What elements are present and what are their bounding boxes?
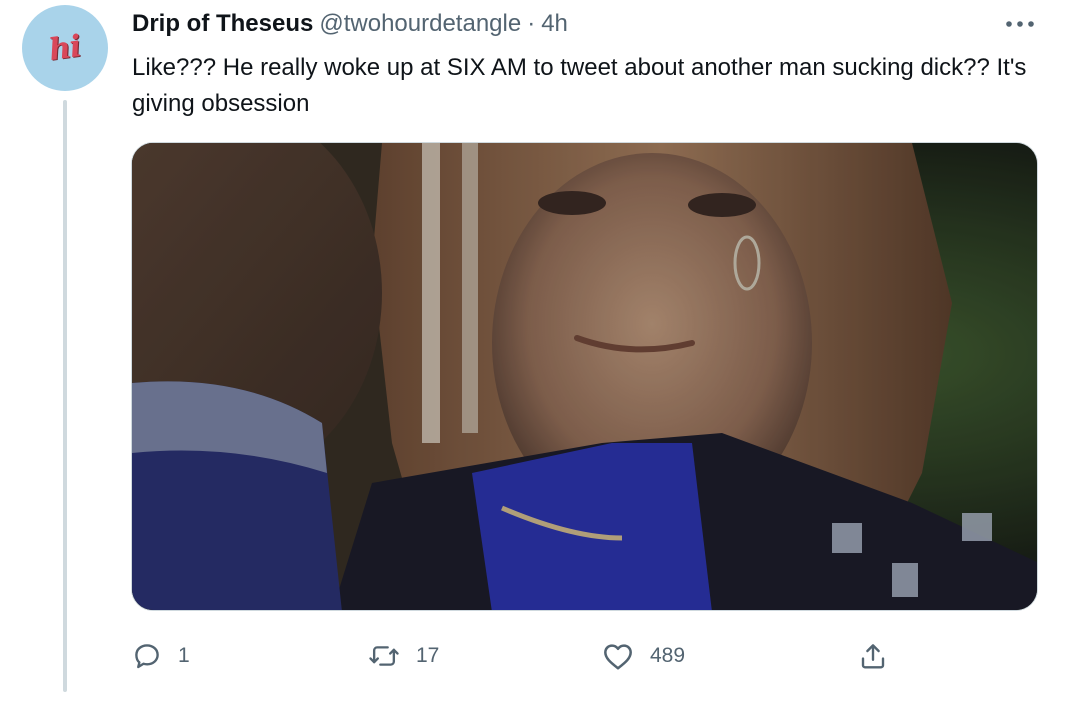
avatar-text: hi: [47, 28, 83, 68]
avatar[interactable]: hi: [22, 5, 108, 91]
share-button[interactable]: [858, 636, 888, 676]
display-name[interactable]: Drip of Theseus: [132, 10, 313, 38]
more-options-button[interactable]: [1000, 12, 1040, 36]
thread-connector-line: [63, 100, 67, 692]
retweet-icon: [369, 646, 399, 666]
like-button[interactable]: 489: [602, 636, 685, 676]
tweet-text: Like??? He really woke up at SIX AM to t…: [132, 54, 1027, 117]
like-count: 489: [650, 644, 686, 667]
share-icon: [861, 644, 885, 669]
reply-button[interactable]: 1: [132, 636, 190, 676]
photo-image: [132, 143, 1037, 610]
separator-dot: ·: [527, 10, 536, 37]
reply-icon: [135, 644, 159, 669]
retweet-button[interactable]: 17: [368, 636, 439, 676]
tweet-header: Drip of Theseus @twohourdetangle · 4h: [132, 10, 568, 40]
reply-count: 1: [178, 644, 190, 667]
more-icon: [1006, 21, 1034, 27]
retweet-count: 17: [416, 644, 440, 667]
timestamp[interactable]: 4h: [541, 10, 568, 38]
heart-icon: [604, 644, 632, 670]
tweet-media-photo[interactable]: [131, 142, 1038, 611]
user-handle[interactable]: @twohourdetangle: [319, 10, 521, 38]
